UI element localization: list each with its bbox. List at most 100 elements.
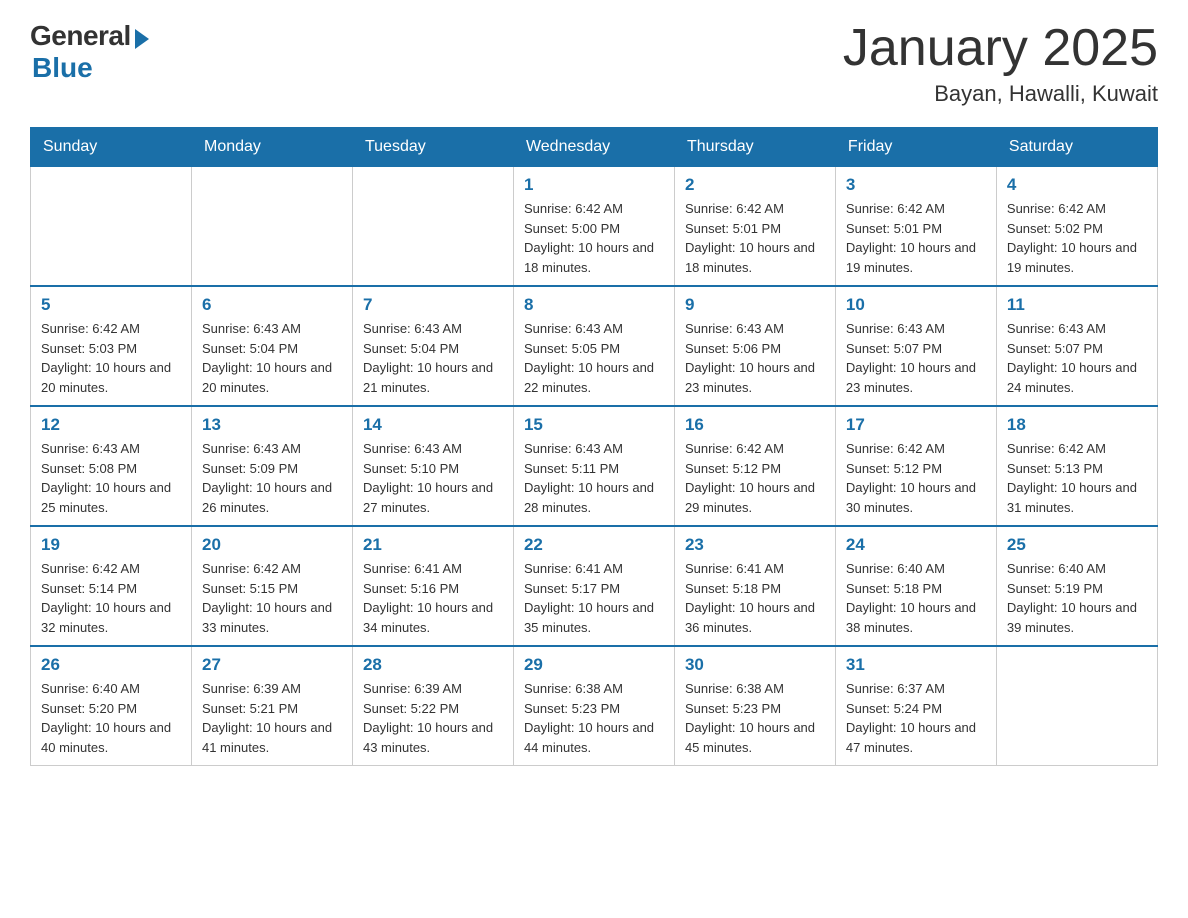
day-info: Sunrise: 6:43 AM Sunset: 5:09 PM Dayligh… xyxy=(202,439,342,517)
day-number: 22 xyxy=(524,535,664,555)
day-number: 7 xyxy=(363,295,503,315)
day-info: Sunrise: 6:41 AM Sunset: 5:17 PM Dayligh… xyxy=(524,559,664,637)
day-number: 19 xyxy=(41,535,181,555)
day-info: Sunrise: 6:42 AM Sunset: 5:03 PM Dayligh… xyxy=(41,319,181,397)
table-row: 29 Sunrise: 6:38 AM Sunset: 5:23 PM Dayli… xyxy=(513,646,674,766)
day-info: Sunrise: 6:41 AM Sunset: 5:16 PM Dayligh… xyxy=(363,559,503,637)
day-number: 18 xyxy=(1007,415,1147,435)
header-wednesday: Wednesday xyxy=(513,128,674,167)
header-friday: Friday xyxy=(835,128,996,167)
table-row: 25 Sunrise: 6:40 AM Sunset: 5:19 PM Dayli… xyxy=(996,526,1157,646)
table-row: 12 Sunrise: 6:43 AM Sunset: 5:08 PM Dayli… xyxy=(31,406,192,526)
day-number: 23 xyxy=(685,535,825,555)
table-row: 11Sunrise: 6:43 AM Sunset: 5:07 PM Dayli… xyxy=(996,286,1157,406)
header-thursday: Thursday xyxy=(674,128,835,167)
day-info: Sunrise: 6:43 AM Sunset: 5:06 PM Dayligh… xyxy=(685,319,825,397)
table-row: 3 Sunrise: 6:42 AM Sunset: 5:01 PM Daylig… xyxy=(835,167,996,287)
table-row: 2 Sunrise: 6:42 AM Sunset: 5:01 PM Daylig… xyxy=(674,167,835,287)
day-number: 17 xyxy=(846,415,986,435)
day-number: 25 xyxy=(1007,535,1147,555)
calendar-table: Sunday Monday Tuesday Wednesday Thursday… xyxy=(30,127,1158,766)
day-number: 24 xyxy=(846,535,986,555)
table-row: 23 Sunrise: 6:41 AM Sunset: 5:18 PM Dayli… xyxy=(674,526,835,646)
day-info: Sunrise: 6:42 AM Sunset: 5:01 PM Dayligh… xyxy=(685,199,825,277)
table-row: 26 Sunrise: 6:40 AM Sunset: 5:20 PM Dayli… xyxy=(31,646,192,766)
table-row: 27 Sunrise: 6:39 AM Sunset: 5:21 PM Dayli… xyxy=(191,646,352,766)
table-row: 16Sunrise: 6:42 AM Sunset: 5:12 PM Dayli… xyxy=(674,406,835,526)
logo-blue-text: Blue xyxy=(32,52,93,84)
calendar-week-row: 1 Sunrise: 6:42 AM Sunset: 5:00 PM Daylig… xyxy=(31,167,1158,287)
logo: General Blue xyxy=(30,20,149,84)
day-number: 29 xyxy=(524,655,664,675)
day-info: Sunrise: 6:43 AM Sunset: 5:05 PM Dayligh… xyxy=(524,319,664,397)
day-info: Sunrise: 6:42 AM Sunset: 5:12 PM Dayligh… xyxy=(685,439,825,517)
table-row: 31Sunrise: 6:37 AM Sunset: 5:24 PM Dayli… xyxy=(835,646,996,766)
day-number: 21 xyxy=(363,535,503,555)
table-row: 17Sunrise: 6:42 AM Sunset: 5:12 PM Dayli… xyxy=(835,406,996,526)
day-info: Sunrise: 6:42 AM Sunset: 5:14 PM Dayligh… xyxy=(41,559,181,637)
table-row: 19 Sunrise: 6:42 AM Sunset: 5:14 PM Dayli… xyxy=(31,526,192,646)
table-row xyxy=(996,646,1157,766)
day-info: Sunrise: 6:42 AM Sunset: 5:01 PM Dayligh… xyxy=(846,199,986,277)
day-info: Sunrise: 6:40 AM Sunset: 5:18 PM Dayligh… xyxy=(846,559,986,637)
calendar-week-row: 5Sunrise: 6:42 AM Sunset: 5:03 PM Daylig… xyxy=(31,286,1158,406)
table-row: 22 Sunrise: 6:41 AM Sunset: 5:17 PM Dayli… xyxy=(513,526,674,646)
day-info: Sunrise: 6:40 AM Sunset: 5:19 PM Dayligh… xyxy=(1007,559,1147,637)
day-number: 14 xyxy=(363,415,503,435)
table-row: 9 Sunrise: 6:43 AM Sunset: 5:06 PM Daylig… xyxy=(674,286,835,406)
table-row: 15 Sunrise: 6:43 AM Sunset: 5:11 PM Dayli… xyxy=(513,406,674,526)
day-info: Sunrise: 6:43 AM Sunset: 5:08 PM Dayligh… xyxy=(41,439,181,517)
table-row: 7 Sunrise: 6:43 AM Sunset: 5:04 PM Daylig… xyxy=(352,286,513,406)
day-number: 26 xyxy=(41,655,181,675)
calendar-week-row: 19 Sunrise: 6:42 AM Sunset: 5:14 PM Dayli… xyxy=(31,526,1158,646)
day-info: Sunrise: 6:39 AM Sunset: 5:22 PM Dayligh… xyxy=(363,679,503,757)
day-number: 4 xyxy=(1007,175,1147,195)
header-saturday: Saturday xyxy=(996,128,1157,167)
title-block: January 2025 Bayan, Hawalli, Kuwait xyxy=(843,20,1158,107)
day-number: 11 xyxy=(1007,295,1147,315)
header-tuesday: Tuesday xyxy=(352,128,513,167)
day-info: Sunrise: 6:41 AM Sunset: 5:18 PM Dayligh… xyxy=(685,559,825,637)
table-row: 4Sunrise: 6:42 AM Sunset: 5:02 PM Daylig… xyxy=(996,167,1157,287)
day-number: 31 xyxy=(846,655,986,675)
page-header: General Blue January 2025 Bayan, Hawalli… xyxy=(30,20,1158,107)
day-info: Sunrise: 6:42 AM Sunset: 5:00 PM Dayligh… xyxy=(524,199,664,277)
table-row: 6Sunrise: 6:43 AM Sunset: 5:04 PM Daylig… xyxy=(191,286,352,406)
calendar-subtitle: Bayan, Hawalli, Kuwait xyxy=(843,81,1158,107)
day-number: 15 xyxy=(524,415,664,435)
table-row: 20Sunrise: 6:42 AM Sunset: 5:15 PM Dayli… xyxy=(191,526,352,646)
table-row: 28 Sunrise: 6:39 AM Sunset: 5:22 PM Dayli… xyxy=(352,646,513,766)
header-row: Sunday Monday Tuesday Wednesday Thursday… xyxy=(31,128,1158,167)
day-info: Sunrise: 6:43 AM Sunset: 5:04 PM Dayligh… xyxy=(363,319,503,397)
calendar-week-row: 12 Sunrise: 6:43 AM Sunset: 5:08 PM Dayli… xyxy=(31,406,1158,526)
calendar-week-row: 26 Sunrise: 6:40 AM Sunset: 5:20 PM Dayli… xyxy=(31,646,1158,766)
table-row: 1 Sunrise: 6:42 AM Sunset: 5:00 PM Daylig… xyxy=(513,167,674,287)
day-number: 28 xyxy=(363,655,503,675)
day-info: Sunrise: 6:40 AM Sunset: 5:20 PM Dayligh… xyxy=(41,679,181,757)
day-number: 10 xyxy=(846,295,986,315)
day-number: 2 xyxy=(685,175,825,195)
logo-general-text: General xyxy=(30,20,131,52)
day-number: 9 xyxy=(685,295,825,315)
header-sunday: Sunday xyxy=(31,128,192,167)
day-number: 12 xyxy=(41,415,181,435)
table-row xyxy=(191,167,352,287)
day-info: Sunrise: 6:43 AM Sunset: 5:07 PM Dayligh… xyxy=(846,319,986,397)
day-number: 27 xyxy=(202,655,342,675)
day-info: Sunrise: 6:39 AM Sunset: 5:21 PM Dayligh… xyxy=(202,679,342,757)
day-info: Sunrise: 6:38 AM Sunset: 5:23 PM Dayligh… xyxy=(524,679,664,757)
table-row: 5Sunrise: 6:42 AM Sunset: 5:03 PM Daylig… xyxy=(31,286,192,406)
table-row: 13Sunrise: 6:43 AM Sunset: 5:09 PM Dayli… xyxy=(191,406,352,526)
day-number: 3 xyxy=(846,175,986,195)
day-number: 1 xyxy=(524,175,664,195)
table-row xyxy=(31,167,192,287)
day-number: 6 xyxy=(202,295,342,315)
day-info: Sunrise: 6:42 AM Sunset: 5:15 PM Dayligh… xyxy=(202,559,342,637)
table-row: 14 Sunrise: 6:43 AM Sunset: 5:10 PM Dayli… xyxy=(352,406,513,526)
table-row: 24 Sunrise: 6:40 AM Sunset: 5:18 PM Dayli… xyxy=(835,526,996,646)
table-row xyxy=(352,167,513,287)
header-monday: Monday xyxy=(191,128,352,167)
table-row: 30Sunrise: 6:38 AM Sunset: 5:23 PM Dayli… xyxy=(674,646,835,766)
day-info: Sunrise: 6:43 AM Sunset: 5:11 PM Dayligh… xyxy=(524,439,664,517)
day-info: Sunrise: 6:43 AM Sunset: 5:10 PM Dayligh… xyxy=(363,439,503,517)
